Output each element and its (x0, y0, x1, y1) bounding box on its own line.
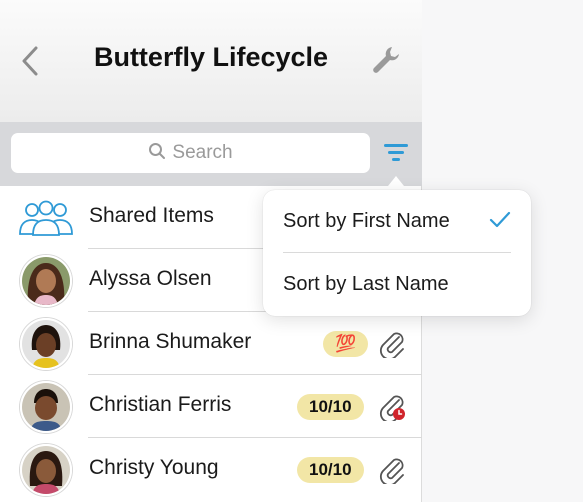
grade-badge: 10/10 (297, 394, 364, 420)
sort-option-label: Sort by First Name (283, 210, 450, 232)
avatar (20, 381, 72, 433)
checkmark-icon (489, 211, 511, 228)
list-item[interactable]: Brinna Shumaker 💯 (0, 312, 422, 375)
shared-items-label: Shared Items (89, 204, 214, 227)
page-title: Butterfly Lifecycle (93, 42, 329, 72)
group-icon (19, 200, 73, 236)
student-name: Christian Ferris (89, 393, 232, 416)
filter-icon[interactable] (384, 142, 408, 164)
avatar (20, 444, 72, 496)
grade-badge: 10/10 (297, 457, 364, 483)
sort-popover: Sort by First Name Sort by Last Name (263, 190, 531, 316)
chevron-left-icon[interactable] (18, 44, 42, 78)
list-item[interactable]: Christian Ferris 10/10 (0, 375, 422, 438)
sort-option-label: Sort by Last Name (283, 273, 449, 295)
avatar (20, 255, 72, 307)
student-name: Alyssa Olsen (89, 267, 212, 290)
nav-header: Butterfly Lifecycle (0, 0, 422, 122)
search-placeholder: Search (172, 142, 233, 163)
list-item[interactable]: Christy Young 10/10 (0, 438, 422, 501)
popover-arrow (384, 176, 408, 191)
search-input[interactable]: Search (11, 133, 370, 173)
sort-by-first-name-option[interactable]: Sort by First Name (263, 190, 531, 252)
search-icon (149, 143, 166, 159)
sort-by-last-name-option[interactable]: Sort by Last Name (263, 253, 531, 315)
grade-badge: 💯 (323, 331, 369, 357)
paperclip-clock-icon[interactable] (378, 391, 406, 421)
student-name: Brinna Shumaker (89, 330, 252, 353)
paperclip-icon[interactable] (378, 454, 406, 484)
paperclip-icon[interactable] (378, 328, 406, 358)
wrench-icon[interactable] (370, 44, 402, 76)
avatar (20, 318, 72, 370)
app: Butterfly Lifecycle Search Shared Items … (0, 0, 583, 502)
student-name: Christy Young (89, 456, 219, 479)
